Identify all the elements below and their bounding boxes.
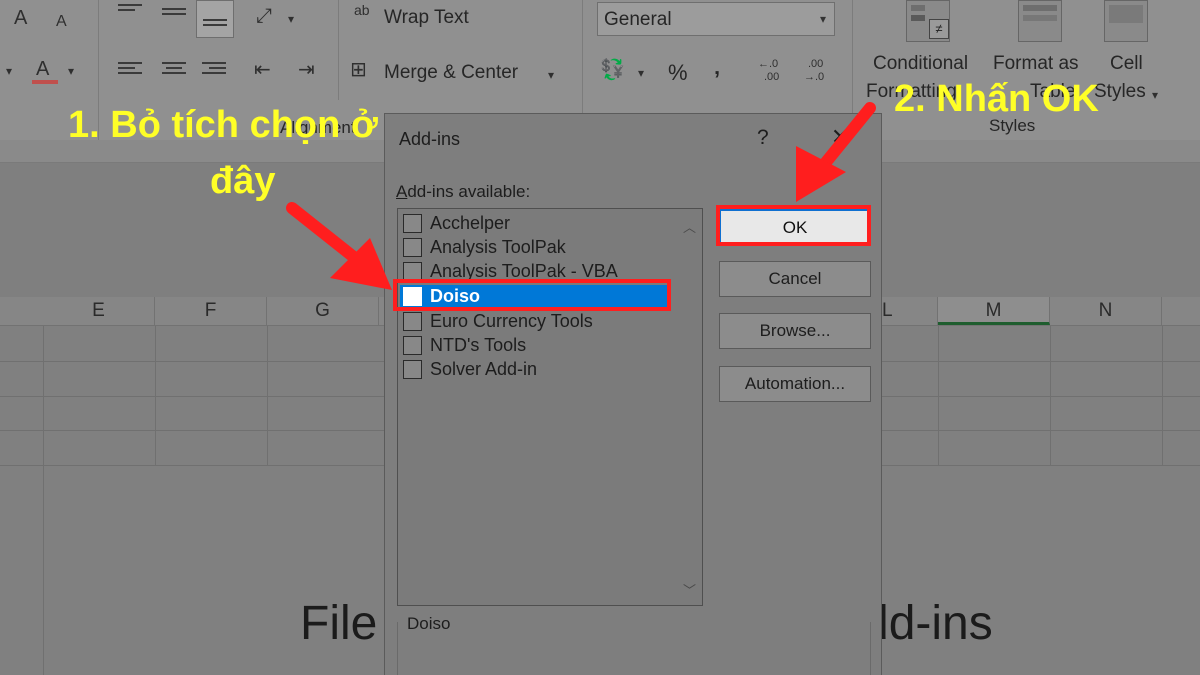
column-header-m[interactable]: M [938,297,1050,325]
increase-decimal-button[interactable]: ←.0 .00 [758,58,792,88]
orientation-dropdown-icon[interactable]: ▾ [288,12,294,26]
decrease-indent-icon[interactable]: ⇤ [254,60,271,80]
addin-checkbox[interactable] [403,312,422,331]
font-color-dropdown-icon[interactable]: ▾ [68,64,74,78]
grid-column-line [43,326,44,466]
comma-style-button[interactable]: ‚ [714,54,720,80]
grid-column-line [938,326,939,466]
addin-item-analysis-toolpak[interactable]: Analysis ToolPak [400,236,670,260]
addin-item-solver[interactable]: Solver Add-in [400,358,670,382]
number-format-dropdown[interactable]: General ▾ [597,2,835,36]
arrow-to-checkbox [286,202,392,290]
help-icon[interactable]: ? [757,126,769,150]
addin-label: Solver Add-in [430,359,538,379]
number-format-value: General [604,9,672,30]
column-header-n[interactable]: N [1050,297,1162,325]
decrease-decimal-button[interactable]: .00 →.0 [804,58,838,88]
wrap-text-icon[interactable]: ab [354,2,370,18]
merge-center-icon[interactable]: ⊞ [350,60,367,80]
addin-label: Euro Currency Tools [430,311,593,331]
scroll-down-icon[interactable]: ﹀ [683,580,696,599]
addin-item-euro-currency-tools[interactable]: Euro Currency Tools [400,310,670,334]
conditional-formatting-button[interactable]: Conditional [873,53,968,75]
addin-checkbox[interactable] [403,238,422,257]
addin-item-acchelper[interactable]: Acchelper [400,212,670,236]
align-left-icon[interactable] [118,62,142,78]
column-header-f[interactable]: F [155,297,267,325]
format-as-table-button[interactable]: Format as [993,53,1079,75]
font-color-icon[interactable]: A [30,58,60,86]
cell-styles-button[interactable]: Cell [1110,53,1143,75]
description-title: Doiso [407,614,451,633]
step1-annotation-line1: 1. Bỏ tích chọn ở [68,104,378,146]
column-header-l[interactable]: L [882,297,938,325]
cancel-button[interactable]: Cancel [719,261,871,297]
merge-center-button[interactable]: Merge & Center [384,62,518,84]
grid-column-line [1050,326,1051,466]
addin-label: Acchelper [430,213,511,233]
caption-left: File [300,597,378,650]
align-middle-icon[interactable] [162,8,186,24]
column-header-g[interactable]: G [267,297,379,325]
addin-label: Analysis ToolPak [430,237,566,257]
cell-styles-icon[interactable] [1104,0,1148,42]
align-right-icon[interactable] [202,62,226,78]
step1-annotation-line2: đây [210,160,276,202]
align-bottom-icon[interactable] [196,0,234,38]
align-center-icon[interactable] [162,62,186,78]
accounting-dropdown-icon[interactable]: ▾ [638,66,644,80]
add-ins-list[interactable]: Acchelper Analysis ToolPak Analysis Tool… [397,208,703,606]
font-grow-icon[interactable]: A [14,8,27,28]
column-header-e[interactable]: E [43,297,155,325]
merge-center-dropdown-icon[interactable]: ▾ [548,68,554,82]
addin-checkbox[interactable] [403,336,422,355]
dialog-title: Add-ins [399,129,461,149]
caption-text: File dd-ins [300,596,993,651]
cell-styles-button-line2[interactable]: Styles [1094,81,1146,103]
orientation-icon[interactable]: ⤢ [256,6,272,26]
accounting-format-icon[interactable]: 💱 [600,60,625,80]
conditional-formatting-icon[interactable]: ≠ [906,0,950,42]
browse-button[interactable]: Browse... [719,313,871,349]
addin-checkbox[interactable] [403,360,422,379]
addin-checkbox[interactable] [403,214,422,233]
addin-item-ntds-tools[interactable]: NTD's Tools [400,334,670,358]
chevron-down-icon: ▾ [819,12,826,26]
row-header-border [43,466,44,675]
addin-label: NTD's Tools [430,335,527,355]
grid-column-line [155,326,156,466]
grid-column-line [1162,326,1163,466]
close-icon[interactable]: ✕ [831,124,849,150]
format-as-table-icon[interactable] [1018,0,1062,42]
cell-styles-dropdown-icon[interactable]: ▾ [1152,88,1158,102]
ok-highlight-box [716,205,871,246]
scroll-up-icon[interactable]: ︿ [683,217,696,236]
align-top-icon[interactable] [118,4,142,20]
automation-button[interactable]: Automation... [719,366,871,402]
font-shrink-icon[interactable]: A [56,12,67,32]
border-dropdown-icon[interactable]: ▾ [6,64,12,78]
excel-window: A A ▾ A ▾ ⤢ ▾ ⇤ ⇥ ab Wrap Text ⊞ Merge &… [0,0,1200,675]
step2-annotation: 2. Nhấn OK [894,78,1099,120]
wrap-text-button[interactable]: Wrap Text [384,7,469,29]
percent-style-button[interactable]: % [668,60,688,86]
doiso-highlight-box [393,279,671,311]
description-box [397,622,871,675]
add-ins-available-label: Add-ins available: [396,182,531,201]
increase-indent-icon[interactable]: ⇥ [298,60,315,80]
add-ins-dialog: Add-ins ? ✕ Add-ins available: Acchelper… [384,113,882,675]
grid-column-line [267,326,268,466]
